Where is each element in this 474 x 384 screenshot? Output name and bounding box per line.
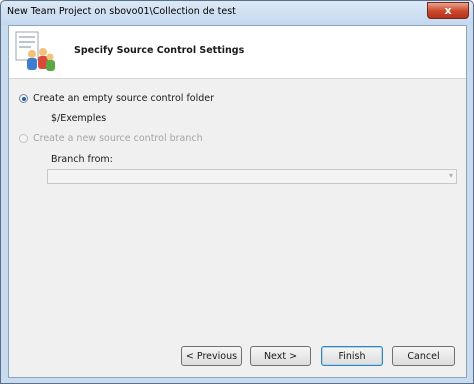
close-button[interactable]: x [427,2,469,19]
new-branch-radio[interactable] [19,134,28,143]
window-title: New Team Project on sbovo01\Collection d… [7,6,236,17]
empty-folder-radio[interactable] [19,94,28,103]
folder-path-text: $/Exemples [51,113,107,124]
title-bar[interactable]: New Team Project on sbovo01\Collection d… [1,1,473,25]
wizard-people-icon [15,31,55,71]
cancel-button[interactable]: Cancel [392,346,455,366]
new-branch-label[interactable]: Create a new source control branch [33,133,203,144]
page-title: Specify Source Control Settings [74,45,245,56]
close-icon: x [444,4,452,17]
wizard-header: Specify Source Control Settings [9,26,466,79]
branch-from-select[interactable]: ▾ [47,169,457,184]
previous-button[interactable]: < Previous [181,346,242,366]
chevron-down-icon[interactable]: ▾ [449,171,453,180]
empty-folder-label[interactable]: Create an empty source control folder [33,93,214,104]
dialog-window: New Team Project on sbovo01\Collection d… [0,0,474,384]
next-button[interactable]: Next > [250,346,311,366]
finish-button[interactable]: Finish [321,346,383,366]
wizard-body: Specify Source Control Settings Create a… [8,25,467,378]
branch-from-label: Branch from: [51,154,113,165]
